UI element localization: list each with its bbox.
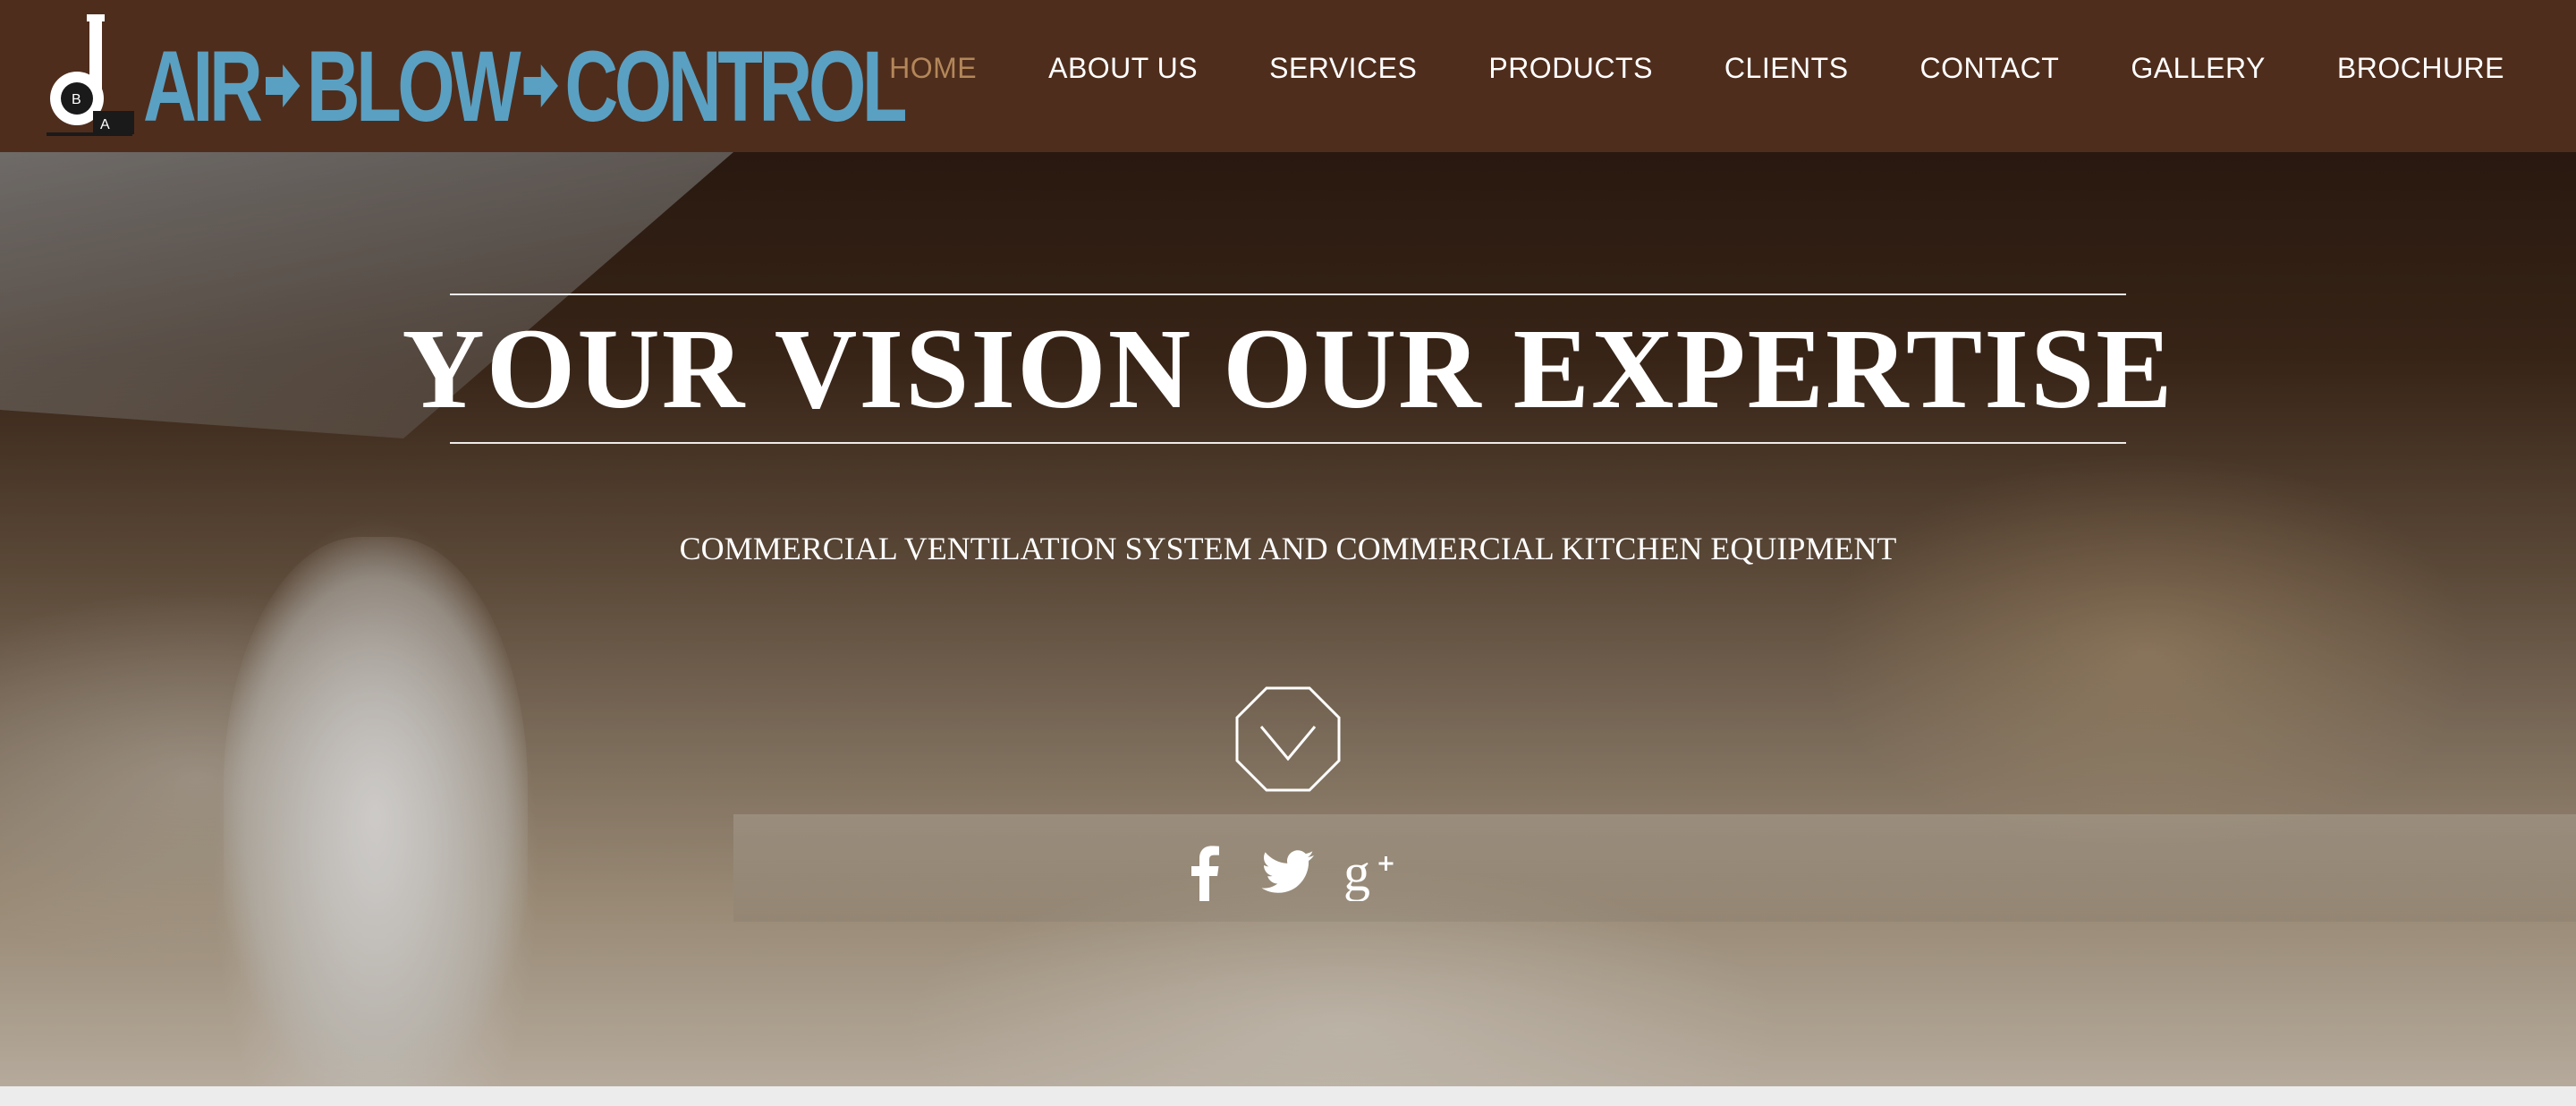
nav-clients[interactable]: CLIENTS xyxy=(1724,52,1849,85)
facebook-link[interactable] xyxy=(1175,841,1233,904)
site-header: B A AIR BLOW CONTROL HOME ABOUT US SERVI… xyxy=(0,0,2576,152)
logo-mark-small-right: A xyxy=(100,117,110,132)
headline-frame: YOUR VISION OUR EXPERTISE xyxy=(402,294,2174,444)
site-logo[interactable]: B A AIR BLOW CONTROL xyxy=(45,13,908,142)
facebook-icon xyxy=(1191,846,1219,901)
nav-products[interactable]: PRODUCTS xyxy=(1488,52,1653,85)
logo-arrow-icon xyxy=(265,64,301,107)
nav-gallery[interactable]: GALLERY xyxy=(2131,52,2266,85)
hero-subheadline: COMMERCIAL VENTILATION SYSTEM AND COMMER… xyxy=(679,531,1897,566)
chevron-down-octagon-icon[interactable] xyxy=(1234,685,1342,793)
twitter-icon xyxy=(1261,850,1314,893)
logo-mark-small-left: B xyxy=(72,92,81,107)
nav-contact[interactable]: CONTACT xyxy=(1920,52,2060,85)
social-links: g xyxy=(0,841,2576,904)
nav-home[interactable]: HOME xyxy=(889,52,977,85)
hero-headline: YOUR VISION OUR EXPERTISE xyxy=(402,304,2174,432)
logo-arrow-icon xyxy=(523,64,558,107)
twitter-link[interactable] xyxy=(1259,841,1317,904)
google-plus-icon: g xyxy=(1343,844,1394,901)
logo-wordmark: AIR BLOW CONTROL xyxy=(143,30,908,142)
logo-mark-icon: B A xyxy=(47,14,134,136)
hero-overlay xyxy=(0,152,2576,1086)
hero-section: YOUR VISION OUR EXPERTISE COMMERCIAL VEN… xyxy=(0,152,2576,1086)
main-nav: HOME ABOUT US SERVICES PRODUCTS CLIENTS … xyxy=(818,0,2504,136)
nav-about-us[interactable]: ABOUT US xyxy=(1048,52,1198,85)
nav-brochure[interactable]: BROCHURE xyxy=(2337,52,2504,85)
logo-word-air: AIR xyxy=(143,30,263,142)
logo-word-blow: BLOW xyxy=(306,30,521,142)
nav-services[interactable]: SERVICES xyxy=(1269,52,1417,85)
page-bottom-strip xyxy=(0,1086,2576,1106)
svg-text:g: g xyxy=(1343,844,1370,901)
google-plus-link[interactable]: g xyxy=(1343,841,1401,904)
